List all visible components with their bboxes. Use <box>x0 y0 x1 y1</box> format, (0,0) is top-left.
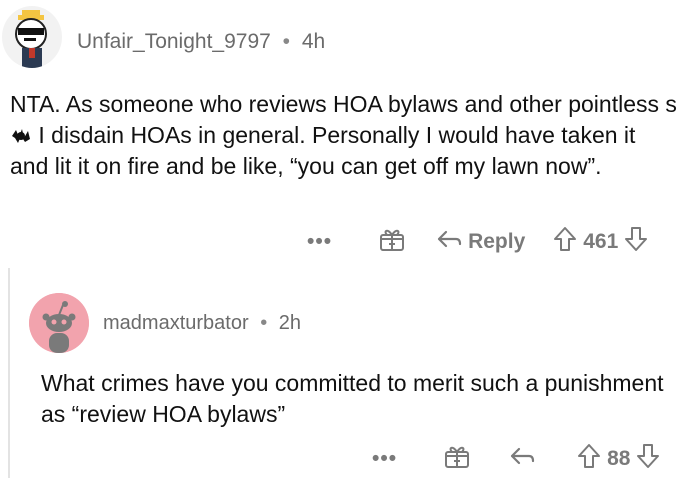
user-avatar[interactable] <box>29 293 89 353</box>
more-options-button[interactable]: ••• <box>307 230 332 254</box>
reply-arrow-icon[interactable] <box>509 446 535 472</box>
comment-body: What crimes have you committed to merit … <box>41 370 664 427</box>
upvote-arrow-icon[interactable] <box>577 443 601 475</box>
vote-controls: 461 <box>553 226 648 258</box>
more-options-button[interactable]: ••• <box>372 447 397 471</box>
snoo-avatar-icon <box>29 293 89 353</box>
comment-meta: madmaxturbator • 2h <box>103 312 301 335</box>
vote-controls: 88 <box>577 443 660 475</box>
comment-text-part: NTA. As someone who reviews HOA bylaws a… <box>10 91 677 117</box>
censor-scribble-icon <box>10 122 32 143</box>
user-avatar[interactable] <box>2 6 62 68</box>
downvote-arrow-icon[interactable] <box>636 443 660 475</box>
timestamp: 2h <box>278 312 302 334</box>
separator-dot: • <box>282 30 291 53</box>
thread-line[interactable] <box>8 268 10 478</box>
award-gift-icon[interactable] <box>378 226 406 258</box>
comment-actions: ••• 88 <box>372 439 660 479</box>
reply-label: Reply <box>468 230 526 253</box>
username[interactable]: madmaxturbator <box>103 312 249 334</box>
downvote-arrow-icon[interactable] <box>624 226 648 258</box>
vote-score: 461 <box>583 230 619 253</box>
username[interactable]: Unfair_Tonight_9797 <box>77 30 271 53</box>
pixel-art-avatar-icon <box>15 10 47 68</box>
comment-text-part: I disdain HOAs in general. Personally I … <box>10 122 636 179</box>
separator-dot: • <box>260 312 268 334</box>
comment-meta: Unfair_Tonight_9797 • 4h <box>77 30 325 54</box>
upvote-arrow-icon[interactable] <box>553 226 577 258</box>
award-gift-icon[interactable] <box>443 443 471 475</box>
comment-actions: ••• Reply 461 <box>307 222 648 262</box>
reply-button[interactable]: Reply <box>436 229 525 255</box>
timestamp: 4h <box>301 30 326 53</box>
comment-body: NTA. As someone who reviews HOA bylaws a… <box>10 89 680 182</box>
reply-arrow-icon <box>436 229 462 255</box>
vote-score: 88 <box>607 447 631 470</box>
